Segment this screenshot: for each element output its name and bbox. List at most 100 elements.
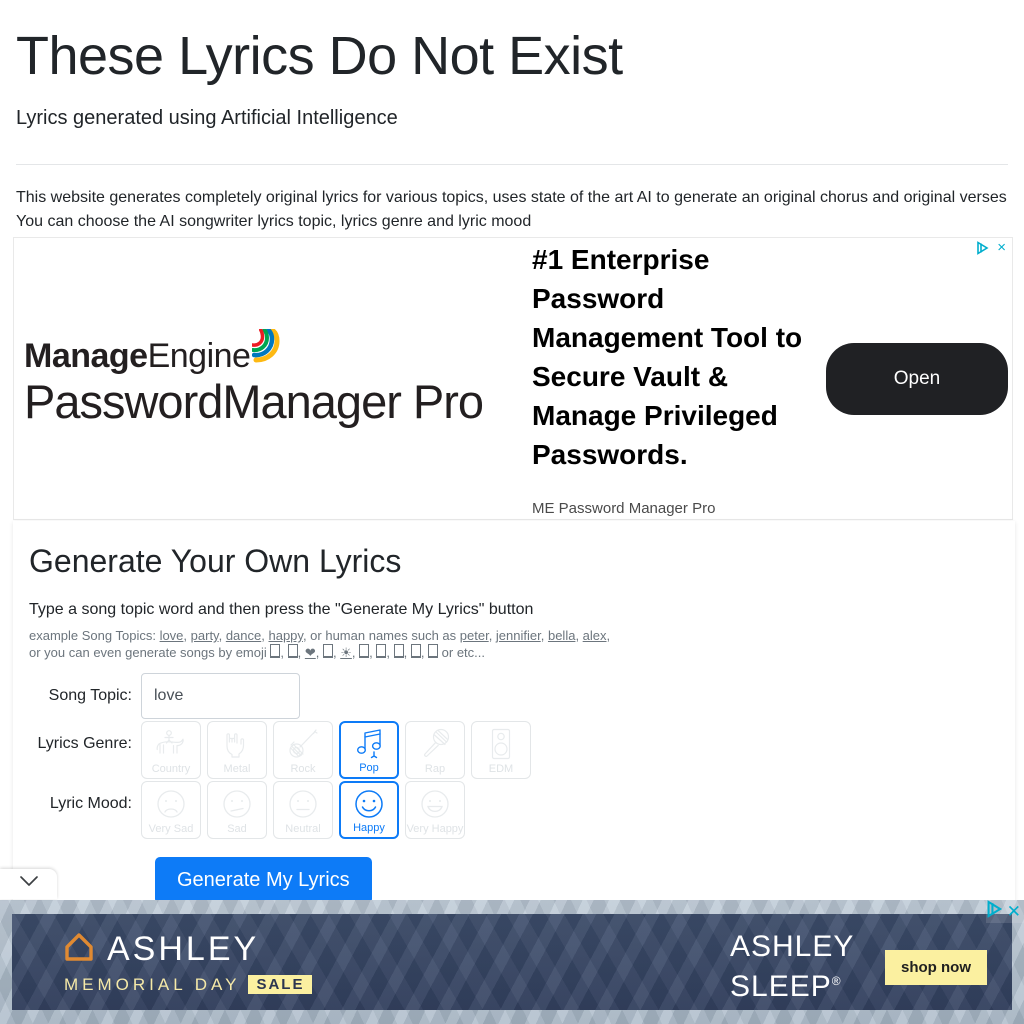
ashley-logo: ASHLEY — [64, 930, 312, 969]
example-topics-line: example Song Topics: love, party, dance,… — [29, 628, 611, 643]
collapse-ad-tab[interactable] — [0, 869, 57, 899]
very-happy-face-icon — [406, 785, 464, 823]
example-emoji-6[interactable] — [359, 644, 370, 660]
product-wordmark: PasswordManager Pro — [24, 374, 484, 428]
example-name-alex[interactable]: alex — [583, 628, 607, 643]
shop-now-button[interactable]: shop now — [885, 950, 987, 985]
genre-tile-pop[interactable]: Pop — [339, 721, 399, 779]
ashley-sleep-line2: SLEEP® — [730, 970, 842, 1003]
ad-advertiser-name: ME Password Manager Pro — [532, 500, 716, 517]
page-title: These Lyrics Do Not Exist — [16, 26, 623, 86]
genre-tile-edm[interactable]: EDM — [471, 721, 531, 779]
neutral-face-icon — [274, 785, 332, 823]
manageengine-swoosh-icon — [251, 327, 282, 372]
adchoices-icon[interactable] — [986, 900, 1004, 923]
electric-guitar-icon — [274, 725, 332, 763]
intro-line-2: You can choose the AI songwriter lyrics … — [16, 212, 532, 230]
genre-tile-country[interactable]: Country — [141, 721, 201, 779]
genre-tile-rock[interactable]: Rock — [273, 721, 333, 779]
missing-glyph-icon — [359, 644, 370, 658]
lyrics-genre-row: Lyrics Genre: Country Metal Rock Pop Rap… — [29, 721, 999, 779]
manageengine-wordmark: Manage Engine — [24, 327, 532, 376]
missing-glyph-icon — [270, 644, 281, 658]
lyrics-genre-label: Lyrics Genre: — [37, 735, 132, 752]
emoji-line-prefix: or you can even generate songs by emoji — [29, 645, 271, 660]
example-emoji-4[interactable] — [322, 644, 333, 660]
intro-line-1: This website generates completely origin… — [16, 188, 1007, 206]
missing-glyph-icon — [410, 644, 421, 658]
example-name-jennifier[interactable]: jennifier — [496, 628, 541, 643]
generator-title: Generate Your Own Lyrics — [29, 543, 402, 579]
genre-label-rock: Rock — [290, 763, 316, 775]
example-emoji-1[interactable] — [270, 644, 281, 660]
example-topic-dance[interactable]: dance — [226, 628, 261, 643]
microphone-icon — [406, 725, 464, 763]
example-emoji-2[interactable] — [287, 644, 298, 660]
mood-tile-happy[interactable]: Happy — [339, 781, 399, 839]
mood-label-sad: Sad — [227, 823, 247, 835]
example-emoji-9[interactable] — [410, 644, 421, 660]
close-ad-icon[interactable]: × — [997, 240, 1006, 255]
genre-label-pop: Pop — [359, 762, 379, 774]
very-sad-face-icon — [142, 785, 200, 823]
promo-text: MEMORIAL DAY — [64, 974, 241, 994]
example-topic-happy[interactable]: happy — [268, 628, 302, 643]
mood-label-happy: Happy — [353, 822, 385, 834]
mood-tile-very-happy[interactable]: Very Happy — [405, 781, 465, 839]
adchoices-controls[interactable]: × — [976, 240, 1006, 255]
example-topic-party[interactable]: party — [191, 628, 219, 643]
intro-text: This website generates completely origin… — [16, 186, 1008, 234]
lyric-mood-label: Lyric Mood: — [49, 795, 132, 812]
example-emoji-8[interactable] — [393, 644, 404, 660]
horse-rider-icon — [142, 725, 200, 763]
genre-label-metal: Metal — [223, 763, 251, 775]
mood-tile-very-sad[interactable]: Very Sad — [141, 781, 201, 839]
header-divider — [16, 163, 1008, 165]
example-name-bella[interactable]: bella — [548, 628, 575, 643]
manageengine-manage-text: Manage — [24, 336, 148, 375]
bottom-adchoices-controls[interactable]: ✕ — [985, 900, 1024, 923]
ashley-sleep-text: SLEEP — [730, 970, 832, 1003]
missing-glyph-icon — [393, 644, 404, 658]
examples-middle: , or human names such as — [302, 628, 460, 643]
song-topic-input[interactable] — [141, 673, 300, 719]
mood-label-very-sad: Very Sad — [148, 823, 194, 835]
ashley-sleep-line1: ASHLEY — [730, 930, 855, 963]
missing-glyph-icon — [287, 644, 298, 658]
example-emoji-7[interactable] — [376, 644, 387, 660]
example-name-peter[interactable]: peter — [460, 628, 489, 643]
ashley-wordmark: ASHLEY — [107, 929, 260, 968]
example-emoji-heart[interactable]: ❤ — [305, 645, 316, 660]
example-topic-love[interactable]: love — [160, 628, 184, 643]
missing-glyph-icon — [376, 644, 387, 658]
page-header: These Lyrics Do Not Exist Lyrics generat… — [0, 0, 1024, 234]
top-advertisement[interactable]: × Manage Engine PasswordManager Pro #1 En… — [13, 237, 1013, 520]
sad-face-icon — [208, 785, 266, 823]
bottom-advertisement[interactable]: ASHLEY MEMORIAL DAY SALE ASHLEY SLEEP® s… — [0, 900, 1024, 1024]
ad-open-button[interactable]: Open — [826, 342, 1008, 415]
ashley-branding: ASHLEY MEMORIAL DAY SALE — [12, 930, 313, 995]
ashley-sleep-logo: ASHLEY SLEEP® — [730, 930, 854, 1004]
genre-tile-group: Country Metal Rock Pop Rap EDM — [141, 721, 531, 779]
examples-prefix: example Song Topics: — [29, 628, 160, 643]
speaker-icon — [472, 725, 530, 763]
mood-tile-group: Very Sad Sad Neutral Happy Very Happy — [141, 781, 465, 839]
bottom-ad-panel[interactable]: ASHLEY MEMORIAL DAY SALE ASHLEY SLEEP® s… — [12, 914, 1012, 1010]
genre-tile-metal[interactable]: Metal — [207, 721, 267, 779]
example-emoji-10[interactable] — [428, 644, 439, 660]
genre-label-edm: EDM — [488, 763, 514, 775]
mood-tile-sad[interactable]: Sad — [207, 781, 267, 839]
emoji-line-suffix: or etc... — [438, 645, 486, 660]
generate-lyrics-button[interactable]: Generate My Lyrics — [155, 857, 372, 904]
lyric-mood-row: Lyric Mood: Very Sad Sad Neutral Happy V… — [29, 781, 999, 839]
close-ad-icon[interactable]: ✕ — [1007, 902, 1024, 921]
missing-glyph-icon — [428, 644, 439, 658]
genre-label-rap: Rap — [424, 763, 446, 775]
example-emoji-sun[interactable]: ☀ — [340, 645, 352, 660]
song-topic-label: Song Topic: — [48, 687, 132, 704]
example-emoji-line: or you can even generate songs by emoji … — [29, 644, 486, 660]
manageengine-engine-text: Engine — [147, 336, 251, 375]
genre-tile-rap[interactable]: Rap — [405, 721, 465, 779]
mood-tile-neutral[interactable]: Neutral — [273, 781, 333, 839]
adchoices-icon[interactable] — [976, 241, 990, 255]
